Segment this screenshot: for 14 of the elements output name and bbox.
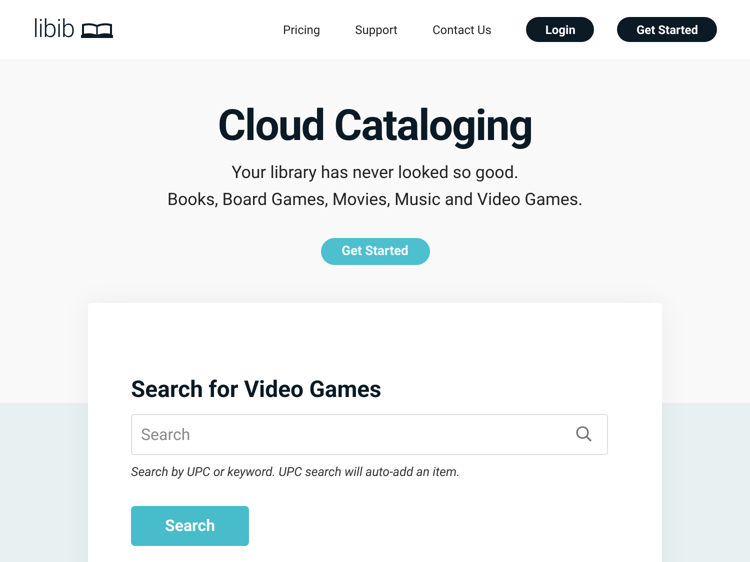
search-help-text: Search by UPC or keyword. UPC search will auto-add an item. <box>131 464 461 482</box>
search-icon <box>575 425 593 443</box>
open-book-icon <box>81 22 114 38</box>
hero-title: Cloud Cataloging <box>218 101 532 151</box>
hero-subtitle: Your library has never looked so good. <box>232 162 518 185</box>
nav-link[interactable]: Support <box>355 20 398 38</box>
nav-link[interactable]: Pricing <box>283 20 320 38</box>
hero-subtitle: Books, Board Games, Movies, Music and Video Games. <box>167 189 583 212</box>
nav-button[interactable]: Login <box>526 17 594 42</box>
search-field[interactable]: Search <box>131 414 608 455</box>
nav-button[interactable]: Get Started <box>617 17 717 42</box>
nav-link[interactable]: Contact Us <box>432 20 492 38</box>
search-card-title: Search for Video Games <box>131 375 382 405</box>
logo-text[interactable]: libib <box>33 17 74 42</box>
